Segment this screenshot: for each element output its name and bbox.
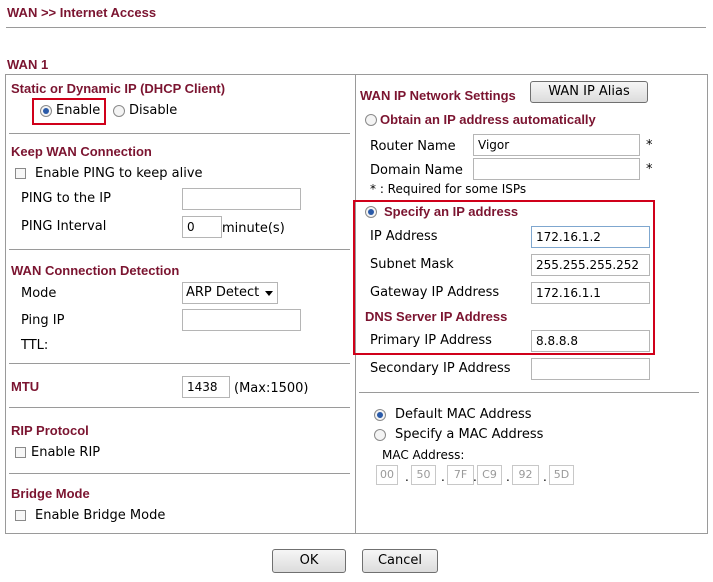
default-mac-label: Default MAC Address [395,407,532,422]
enable-rip-label: Enable RIP [31,445,101,460]
disable-radio[interactable] [113,105,125,117]
ping-ip-input[interactable] [182,188,301,210]
secondary-dns-label: Secondary IP Address [370,361,511,376]
ping-interval-unit: minute(s) [222,221,285,236]
ip-address-input[interactable]: 172.16.1.2 [531,226,650,248]
domain-name-required-mark: * [646,162,653,177]
mac-octet-3[interactable]: 7F [447,465,474,485]
left-divider-5 [9,473,350,474]
wan-ip-settings-heading: WAN IP Network Settings [360,88,516,103]
enable-bridge-checkbox[interactable] [15,510,26,521]
gateway-input[interactable]: 172.16.1.1 [531,282,650,304]
enable-ping-checkbox[interactable] [15,168,26,179]
mtu-hint: (Max:1500) [234,381,309,396]
disable-radio-label: Disable [129,103,178,118]
mac-octet-4[interactable]: C9 [477,465,502,485]
mac-separator: . [543,470,547,484]
specify-mac-label: Specify a MAC Address [395,427,544,442]
mac-octet-2[interactable]: 50 [411,465,436,485]
enable-bridge-label: Enable Bridge Mode [35,508,166,523]
ttl-label: TTL: [21,338,49,353]
mode-select[interactable]: ARP Detect [182,282,278,304]
mac-octet-6[interactable]: 5D [549,465,574,485]
panel-right-border [707,74,708,534]
domain-name-label: Domain Name [370,163,463,178]
enable-radio-label: Enable [56,103,101,118]
mtu-heading: MTU [11,379,40,394]
obtain-ip-label: Obtain an IP address automatically [380,112,596,127]
subnet-mask-label: Subnet Mask [370,257,454,272]
router-name-required-mark: * [646,138,653,153]
left-divider-4 [9,407,350,408]
mac-separator: . [405,470,409,484]
mac-address-label: MAC Address: [382,448,465,462]
ping-interval-label: PING Interval [21,219,107,234]
router-name-label: Router Name [370,139,456,154]
subnet-mask-input[interactable]: 255.255.255.252 [531,254,650,276]
mac-octet-1[interactable]: 00 [376,465,398,485]
left-divider-1 [9,133,350,134]
specify-ip-radio[interactable] [365,206,377,218]
required-note: * : Required for some ISPs [370,182,527,196]
domain-name-input[interactable] [473,158,640,180]
mode-label: Mode [21,286,57,301]
ping-interval-input[interactable]: 0 [182,216,222,238]
section-title: WAN 1 [7,57,49,72]
bridge-heading: Bridge Mode [11,486,90,501]
mac-separator: . [506,470,510,484]
breadcrumb-divider [6,27,706,28]
mac-separator: . [441,470,445,484]
secondary-dns-input[interactable] [531,358,650,380]
dns-heading: DNS Server IP Address [365,309,508,324]
mac-octet-5[interactable]: 92 [512,465,539,485]
panel-left-border [5,74,6,534]
ping-ip-label: PING to the IP [21,191,111,206]
left-divider-3 [9,363,350,364]
enable-ping-label: Enable PING to keep alive [35,166,203,181]
specify-mac-radio[interactable] [374,429,386,441]
right-divider [359,392,699,393]
breadcrumb: WAN >> Internet Access [7,5,157,20]
chevron-down-icon [265,291,273,296]
primary-dns-label: Primary IP Address [370,333,492,348]
ip-address-label: IP Address [370,229,438,244]
router-name-input[interactable]: Vigor [473,134,640,156]
panel-top-border [5,74,708,75]
rip-heading: RIP Protocol [11,423,89,438]
specify-ip-label: Specify an IP address [384,204,519,219]
left-divider-2 [9,249,350,250]
obtain-ip-radio[interactable] [365,114,377,126]
mode-select-value: ARP Detect [186,285,260,300]
default-mac-radio[interactable] [374,409,386,421]
enable-rip-checkbox[interactable] [15,447,26,458]
wan-ip-alias-button[interactable]: WAN IP Alias [530,81,648,103]
detection-ping-ip-label: Ping IP [21,313,65,328]
detection-ping-ip-input[interactable] [182,309,301,331]
enable-radio[interactable] [40,105,52,117]
primary-dns-input[interactable]: 8.8.8.8 [531,330,650,352]
gateway-label: Gateway IP Address [370,285,500,300]
cancel-button[interactable]: Cancel [362,549,438,573]
detection-heading: WAN Connection Detection [11,263,180,278]
panel-bottom-border [5,533,708,534]
mtu-input[interactable]: 1438 [182,376,230,398]
keep-wan-heading: Keep WAN Connection [11,144,152,159]
static-dynamic-heading: Static or Dynamic IP (DHCP Client) [11,81,226,96]
ok-button[interactable]: OK [272,549,346,573]
